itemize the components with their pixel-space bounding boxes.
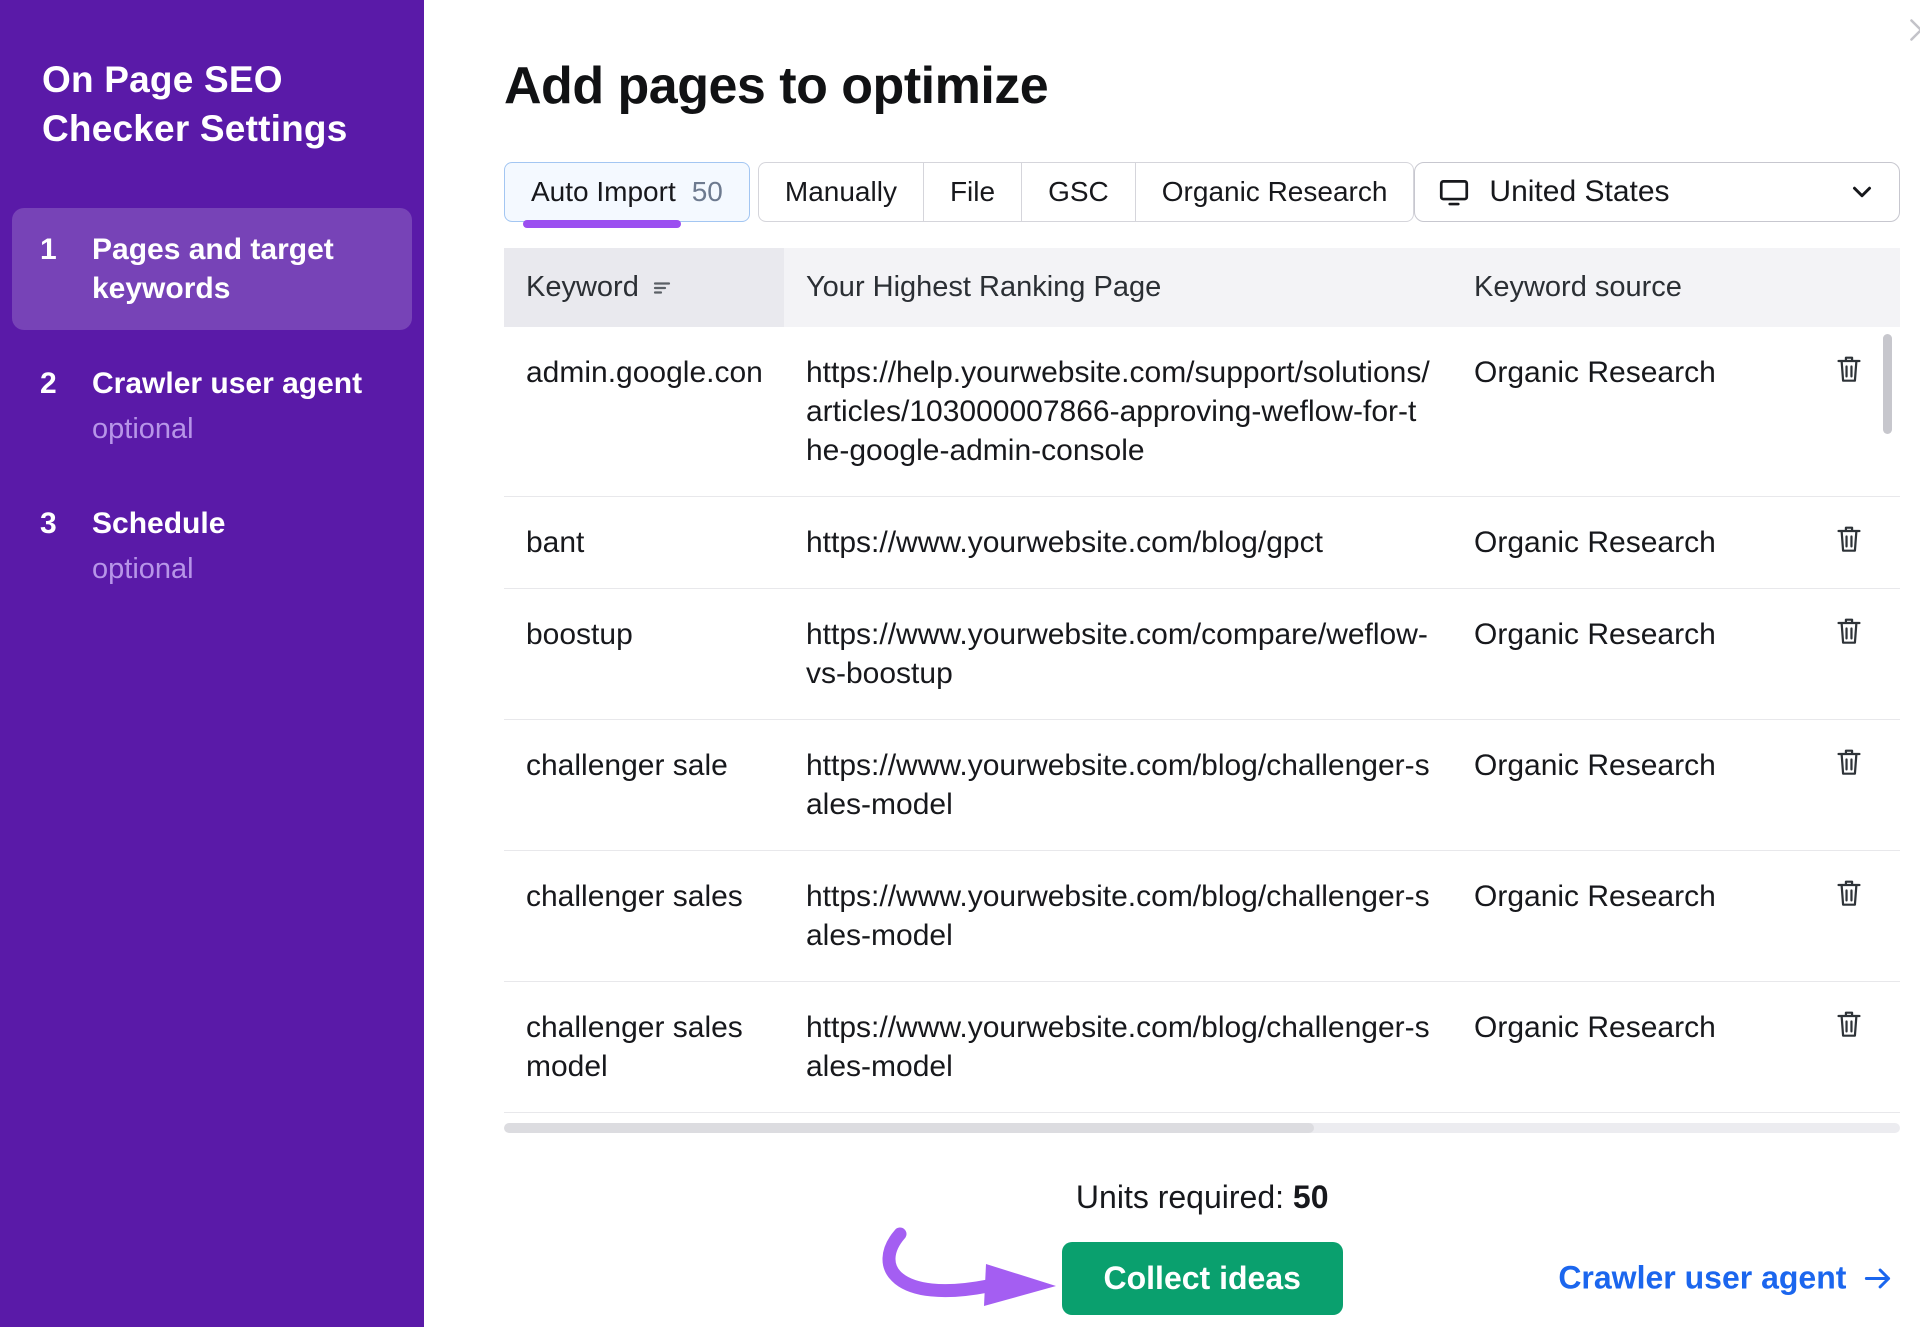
delete-row-icon[interactable] <box>1834 353 1864 385</box>
ranking-page-cell: https://help.yourwebsite.com/support/sol… <box>784 327 1452 496</box>
tab-label: Auto Import <box>531 176 676 208</box>
keyword-source-cell: Organic Research <box>1452 720 1798 850</box>
keyword-source-cell: Organic Research <box>1452 497 1798 588</box>
horizontal-scrollbar-thumb[interactable] <box>504 1123 1314 1133</box>
cta-row: Collect ideas Crawler user agent <box>504 1236 1900 1320</box>
column-header-source: Keyword source <box>1452 248 1798 327</box>
step-optional-label: optional <box>92 411 362 449</box>
table-row: challenger sale https://www.yourwebsite.… <box>504 720 1900 851</box>
step-optional-label: optional <box>92 551 225 589</box>
delete-row-icon[interactable] <box>1834 523 1864 555</box>
delete-row-icon[interactable] <box>1834 746 1864 778</box>
sidebar-title: On Page SEO Checker Settings <box>0 56 424 154</box>
country-select[interactable]: United States <box>1414 162 1900 222</box>
table-row: boostup https://www.yourwebsite.com/comp… <box>504 589 1900 720</box>
annotation-arrow <box>872 1226 1062 1326</box>
tab-organic-research[interactable]: Organic Research <box>1135 162 1415 222</box>
monitor-icon <box>1437 175 1471 209</box>
crawler-user-agent-link[interactable]: Crawler user agent <box>1558 1260 1896 1297</box>
sidebar-step-schedule[interactable]: 3 Schedule optional <box>12 482 412 611</box>
step-number: 2 <box>40 364 72 403</box>
chevron-down-icon <box>1847 177 1877 207</box>
step-number: 1 <box>40 230 72 269</box>
ranking-page-cell: https://www.yourwebsite.com/compare/wefl… <box>784 589 1452 719</box>
on-page-seo-checker-settings-modal: On Page SEO Checker Settings 1 Pages and… <box>0 0 1920 1327</box>
import-source-tabs: Auto Import 50 Manually File GSC Organic… <box>504 162 1414 222</box>
table-row: bant https://www.yourwebsite.com/blog/gp… <box>504 497 1900 589</box>
tab-count-badge: 50 <box>692 176 723 208</box>
keyword-cell: boostup <box>504 589 784 719</box>
column-header-actions <box>1798 248 1900 327</box>
sort-icon <box>651 276 675 300</box>
keyword-source-cell: Organic Research <box>1452 982 1798 1112</box>
tab-file[interactable]: File <box>923 162 1022 222</box>
main-panel: Add pages to optimize Auto Import 50 Man… <box>424 0 1920 1327</box>
keywords-table: Keyword Your Highest Ranking Page Keywor… <box>504 248 1900 1133</box>
step-label: Crawler user agent <box>92 367 362 400</box>
tab-gsc[interactable]: GSC <box>1021 162 1136 222</box>
table-row: challenger sales https://www.yourwebsite… <box>504 851 1900 982</box>
keyword-cell: challenger sales <box>504 851 784 981</box>
table-row: challenger sales model https://www.yourw… <box>504 982 1900 1113</box>
collect-ideas-button[interactable]: Collect ideas <box>1062 1242 1343 1315</box>
arrow-right-icon <box>1860 1260 1896 1296</box>
column-header-page: Your Highest Ranking Page <box>784 248 1452 327</box>
units-required-value: 50 <box>1293 1179 1329 1215</box>
step-label: Pages and target keywords <box>92 230 384 308</box>
tab-auto-import[interactable]: Auto Import 50 <box>504 162 750 222</box>
close-icon[interactable] <box>1903 12 1920 48</box>
toolbar: Auto Import 50 Manually File GSC Organic… <box>504 162 1900 222</box>
ranking-page-cell: https://www.yourwebsite.com/blog/challen… <box>784 982 1452 1112</box>
keyword-cell: admin.google.con <box>504 327 784 496</box>
delete-row-icon[interactable] <box>1834 877 1864 909</box>
sidebar-title-line2: Checker Settings <box>42 105 382 154</box>
tab-manually[interactable]: Manually <box>758 162 924 222</box>
ranking-page-cell: https://www.yourwebsite.com/blog/challen… <box>784 851 1452 981</box>
table-header-row: Keyword Your Highest Ranking Page Keywor… <box>504 248 1900 327</box>
table-row: admin.google.con https://help.yourwebsit… <box>504 327 1900 497</box>
step-number: 3 <box>40 504 72 543</box>
ranking-page-cell: https://www.yourwebsite.com/blog/gpct <box>784 497 1452 588</box>
country-select-value: United States <box>1489 175 1669 209</box>
sidebar-step-pages-and-keywords[interactable]: 1 Pages and target keywords <box>12 208 412 330</box>
column-header-keyword[interactable]: Keyword <box>504 248 784 327</box>
keyword-source-cell: Organic Research <box>1452 851 1798 981</box>
sidebar: On Page SEO Checker Settings 1 Pages and… <box>0 0 424 1327</box>
settings-steps-nav: 1 Pages and target keywords 2 Crawler us… <box>0 208 424 611</box>
step-label: Schedule <box>92 507 225 540</box>
delete-row-icon[interactable] <box>1834 615 1864 647</box>
page-title: Add pages to optimize <box>504 56 1900 116</box>
vertical-scrollbar[interactable] <box>1883 334 1892 434</box>
keyword-cell: challenger sales model <box>504 982 784 1112</box>
horizontal-scrollbar[interactable] <box>504 1123 1900 1133</box>
sidebar-step-crawler-user-agent[interactable]: 2 Crawler user agent optional <box>12 342 412 471</box>
units-required: Units required: 50 <box>504 1179 1900 1216</box>
delete-row-icon[interactable] <box>1834 1008 1864 1040</box>
ranking-page-cell: https://www.yourwebsite.com/blog/challen… <box>784 720 1452 850</box>
keyword-source-cell: Organic Research <box>1452 589 1798 719</box>
keyword-cell: challenger sale <box>504 720 784 850</box>
keyword-source-cell: Organic Research <box>1452 327 1798 496</box>
sidebar-title-line1: On Page SEO <box>42 56 382 105</box>
keyword-cell: bant <box>504 497 784 588</box>
